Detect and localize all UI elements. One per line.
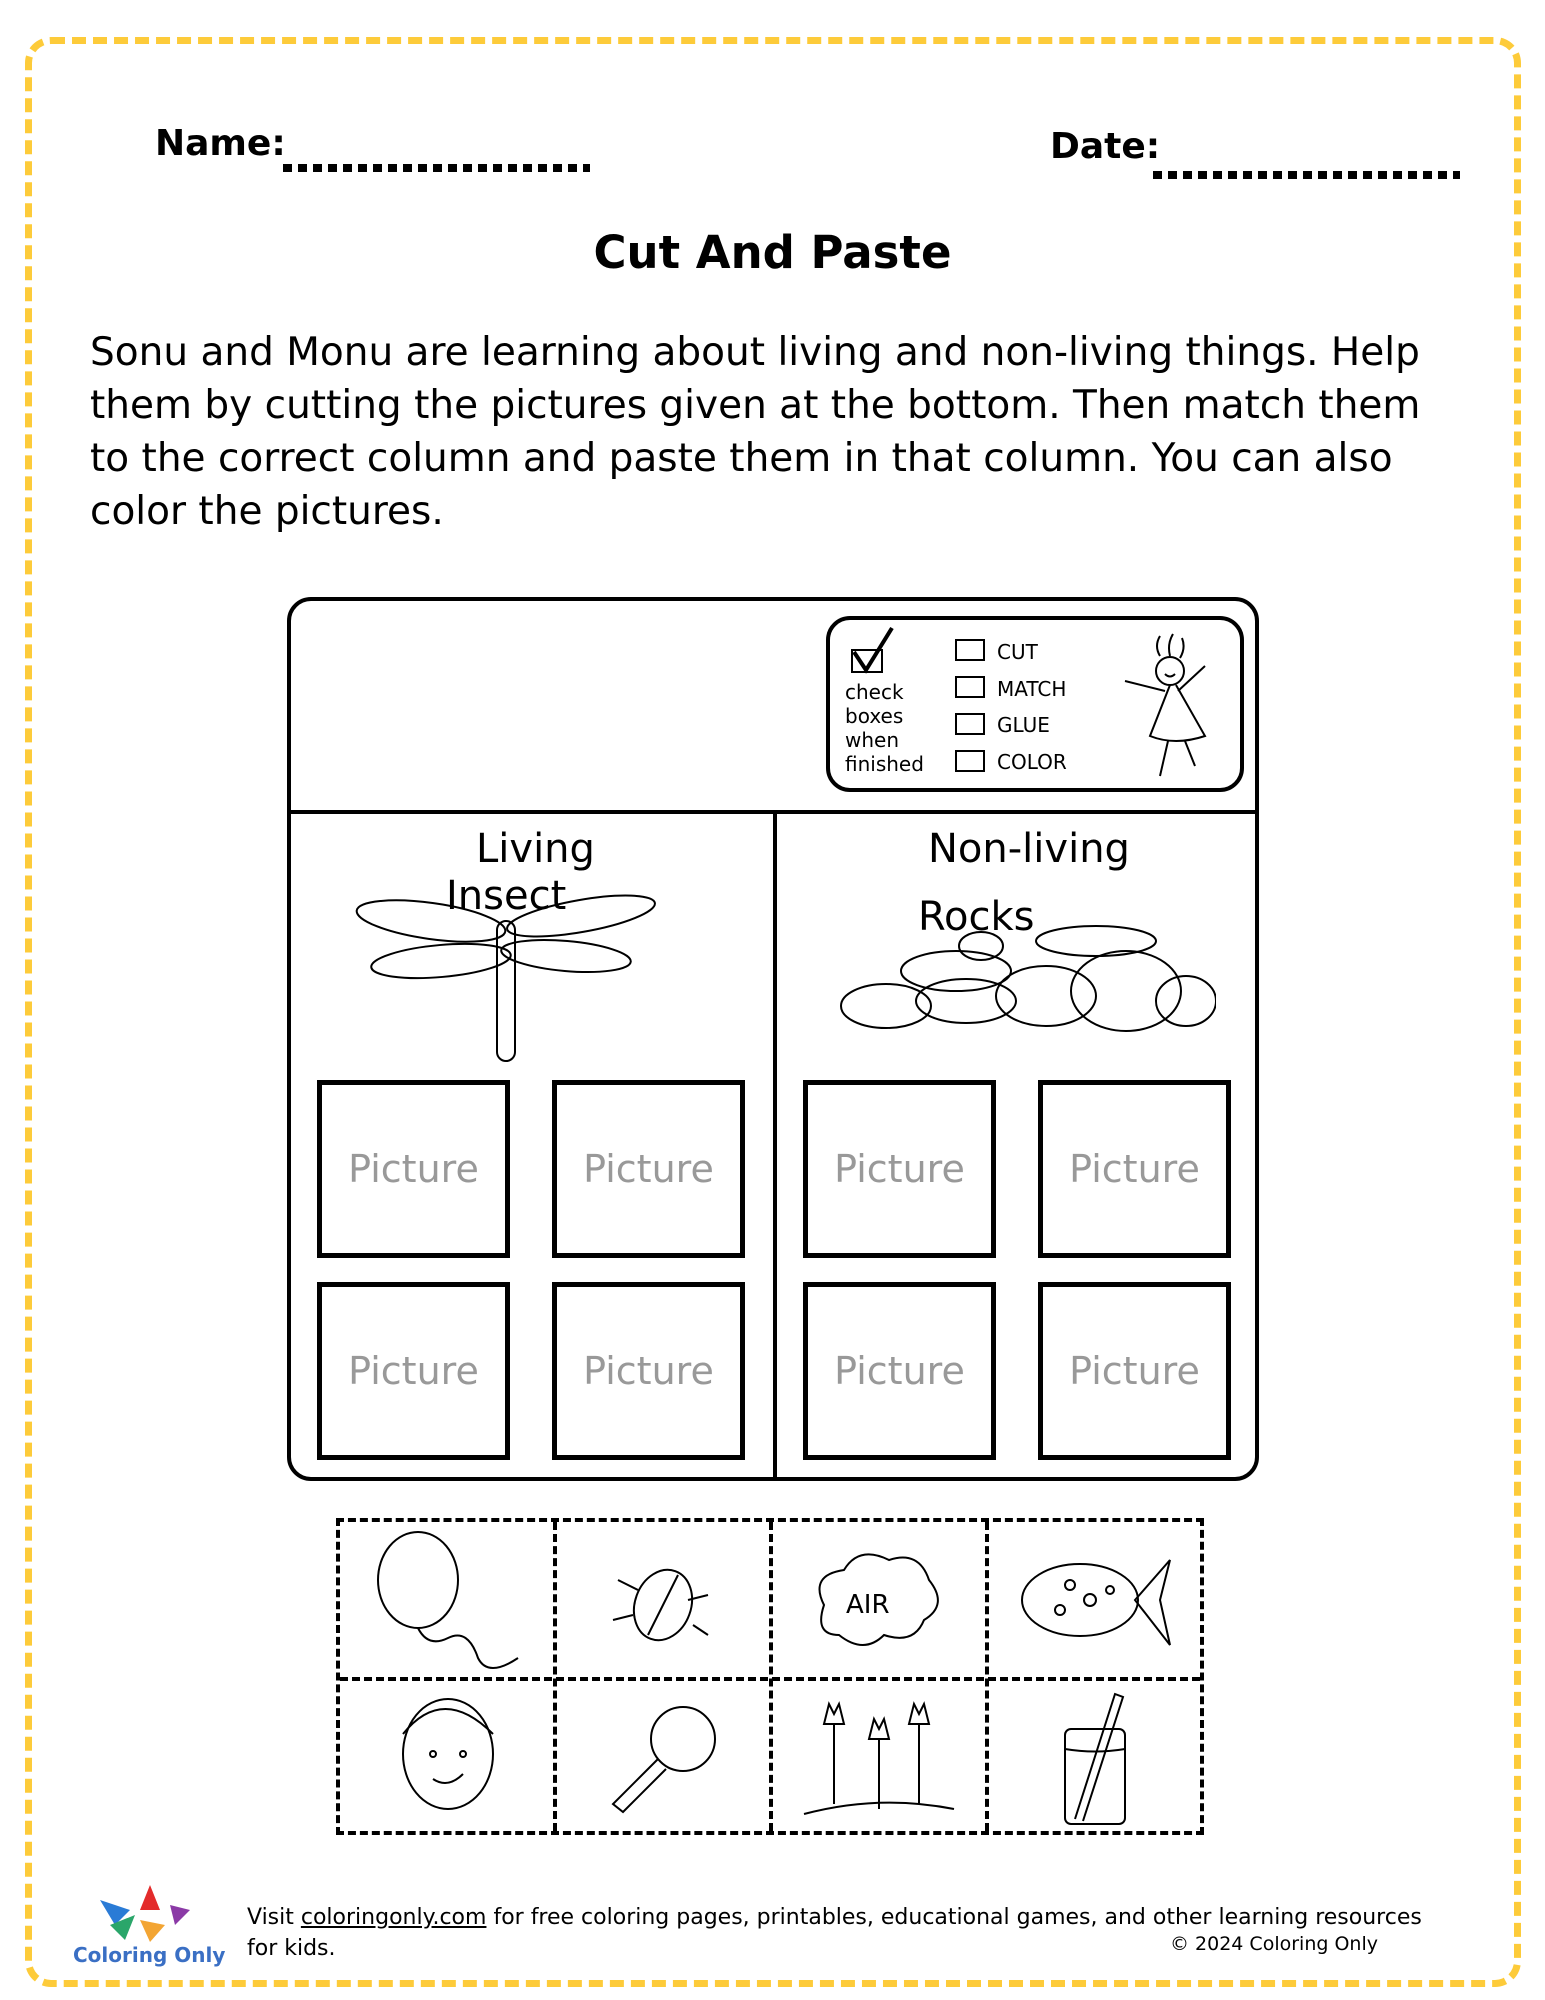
air-text: AIR: [846, 1590, 890, 1620]
coloring-only-logo-icon: [100, 1885, 190, 1942]
footer-visit: Visit: [247, 1905, 301, 1930]
paste-box-living[interactable]: Picture: [552, 1080, 745, 1258]
site-link[interactable]: coloringonly.com: [301, 1905, 487, 1930]
rocks-icon: [840, 925, 1216, 1032]
beetle-icon: [612, 1568, 709, 1641]
tulips-icon: [803, 1700, 954, 1815]
column-heading-non-living: Non-living: [928, 826, 1130, 872]
cutout-fish[interactable]: [987, 1522, 1202, 1677]
cutout-boy[interactable]: [340, 1681, 555, 1836]
balloon-icon: [376, 1530, 519, 1669]
cutout-magnifier[interactable]: [555, 1681, 770, 1836]
name-field[interactable]: [283, 164, 590, 172]
paste-box-living[interactable]: Picture: [552, 1282, 745, 1460]
cutout-grid: AIR: [336, 1518, 1204, 1835]
instructions: Sonu and Monu are learning about living …: [90, 330, 1421, 534]
dancing-girl-icon: [1124, 633, 1207, 777]
copyright: © 2024 Coloring Only: [1170, 1933, 1378, 1955]
page-title: Cut And Paste: [593, 226, 952, 279]
paste-box-non-living[interactable]: Picture: [1038, 1080, 1231, 1258]
glass-with-straw-icon: [1063, 1692, 1126, 1825]
note-line: finished: [845, 752, 924, 776]
checklist-note: check boxes when finished: [845, 680, 924, 776]
name-label: Name:: [155, 123, 286, 164]
dragonfly-icon: [355, 894, 656, 1062]
cutout-air[interactable]: AIR: [771, 1522, 986, 1677]
note-line: boxes: [845, 704, 904, 728]
checkbox-label: GLUE: [997, 713, 1050, 737]
paste-box-non-living[interactable]: Picture: [1038, 1282, 1231, 1460]
column-divider: [773, 812, 777, 1477]
note-line: check: [845, 680, 904, 704]
paste-box-living[interactable]: Picture: [317, 1282, 510, 1460]
paste-box-non-living[interactable]: Picture: [803, 1080, 996, 1258]
air-cloud-icon: AIR: [818, 1552, 939, 1646]
cutout-glass[interactable]: [987, 1681, 1202, 1836]
magnifying-glass-icon: [611, 1705, 716, 1813]
logo-text: Coloring Only: [73, 1943, 226, 1967]
cutout-beetle[interactable]: [555, 1522, 770, 1677]
cutout-tulips[interactable]: [771, 1681, 986, 1836]
checklist-panel: check boxes when finished CUT MATCH GLUE…: [826, 616, 1244, 792]
checkbox-color[interactable]: [955, 750, 985, 772]
date-field[interactable]: [1153, 171, 1460, 179]
checkbox-label: COLOR: [997, 750, 1067, 774]
sorting-table: check boxes when finished CUT MATCH GLUE…: [287, 597, 1259, 1481]
cutout-balloon[interactable]: [340, 1522, 555, 1677]
note-line: when: [845, 728, 900, 752]
checkbox-label: MATCH: [997, 677, 1067, 701]
date-label: Date:: [1050, 126, 1161, 167]
fish-icon: [1020, 1558, 1171, 1646]
checkbox-glue[interactable]: [955, 713, 985, 735]
checkbox-cut[interactable]: [955, 639, 985, 661]
boy-icon: [401, 1697, 494, 1810]
checkbox-match[interactable]: [955, 676, 985, 698]
checkbox-label: CUT: [997, 640, 1038, 664]
paste-box-living[interactable]: Picture: [317, 1080, 510, 1258]
column-heading-living: Living: [476, 826, 595, 872]
checkmark-icon: [851, 626, 894, 674]
paste-box-non-living[interactable]: Picture: [803, 1282, 996, 1460]
